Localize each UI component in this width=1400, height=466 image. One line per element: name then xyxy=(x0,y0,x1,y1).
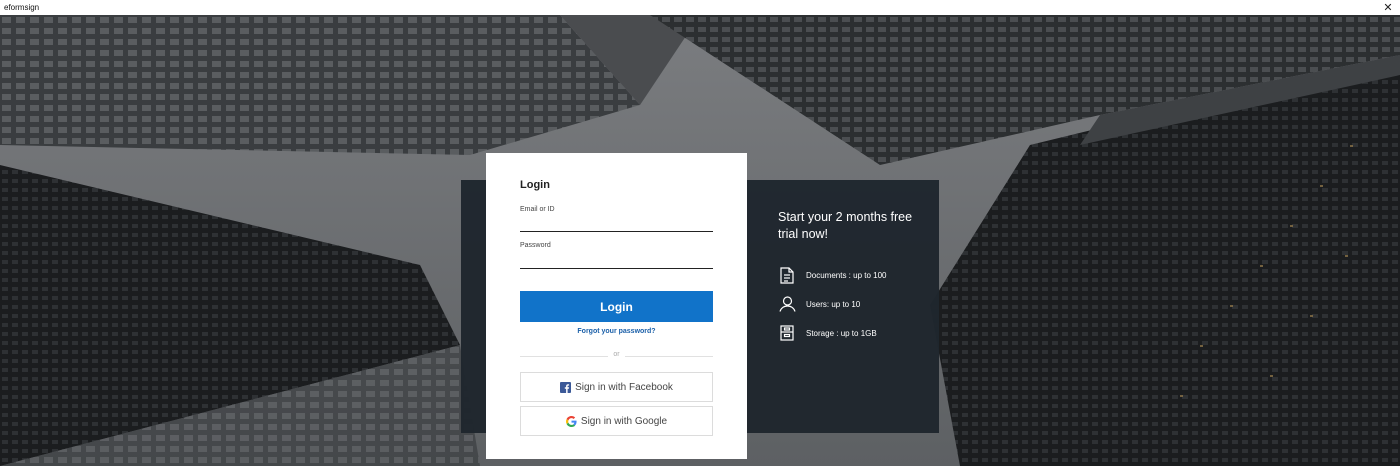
email-field[interactable] xyxy=(520,217,713,232)
google-signin-label: Sign in with Google xyxy=(580,415,668,427)
feature-users: Users: up to 10 xyxy=(778,295,860,313)
document-icon xyxy=(778,266,796,284)
feature-label: Users: up to 10 xyxy=(806,299,861,309)
facebook-signin-label: Sign in with Facebook xyxy=(575,381,673,393)
forgot-password-link[interactable]: Forgot your password? xyxy=(520,328,713,335)
user-icon xyxy=(778,295,796,313)
login-card: Login Email or ID Password Login Forgot … xyxy=(486,153,747,459)
login-title: Login xyxy=(520,179,550,191)
feature-label: Storage : up to 1GB xyxy=(806,328,877,338)
email-label: Email or ID xyxy=(520,206,555,213)
or-divider: or xyxy=(520,351,713,361)
storage-icon xyxy=(778,324,796,342)
password-field[interactable] xyxy=(520,254,713,269)
facebook-icon xyxy=(560,381,572,393)
window-title: eformsign xyxy=(4,3,40,12)
feature-documents: Documents : up to 100 xyxy=(778,266,887,284)
login-button[interactable]: Login xyxy=(520,291,713,322)
facebook-signin-button[interactable]: Sign in with Facebook xyxy=(520,372,713,402)
google-signin-button[interactable]: Sign in with Google xyxy=(520,406,713,436)
promo-title: Start your 2 months free trial now! xyxy=(778,210,913,241)
divider-line-right xyxy=(625,356,713,357)
password-label: Password xyxy=(520,242,551,249)
google-icon xyxy=(565,415,577,427)
title-bar: eformsign ✕ xyxy=(0,0,1400,15)
close-icon[interactable]: ✕ xyxy=(1382,2,1394,14)
feature-label: Documents : up to 100 xyxy=(806,270,887,280)
app-window: eformsign ✕ Login Email or ID Password L… xyxy=(0,0,1400,466)
feature-storage: Storage : up to 1GB xyxy=(778,324,877,342)
